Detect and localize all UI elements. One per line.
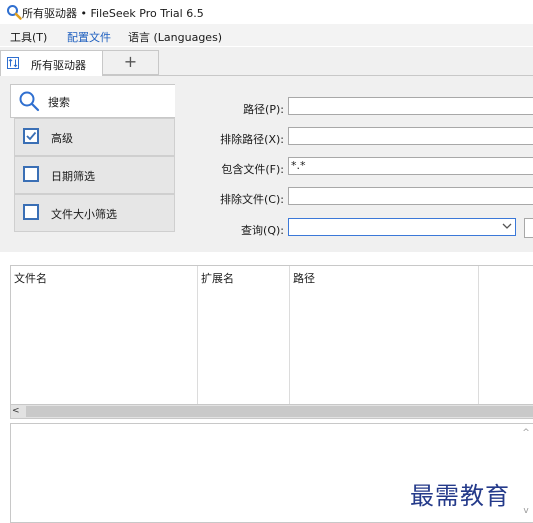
chevron-down-icon[interactable]: [501, 222, 513, 230]
column-filename[interactable]: 文件名: [14, 270, 47, 286]
menu-bar: 工具(T) 配置文件 语言 (Languages): [0, 24, 533, 46]
menu-profiles[interactable]: 配置文件: [67, 29, 111, 45]
search-button-label: 搜索: [48, 96, 70, 109]
include-files-input[interactable]: *.*: [288, 157, 533, 175]
query-combobox[interactable]: [288, 218, 516, 236]
scroll-left-arrow[interactable]: <: [12, 406, 24, 417]
search-app-icon: [7, 5, 22, 20]
date-filter-checkbox[interactable]: [23, 166, 39, 182]
scrollbar-thumb[interactable]: [26, 406, 533, 417]
column-divider[interactable]: [289, 266, 290, 404]
checkmark-icon: [26, 131, 37, 141]
path-label: 路径(P):: [243, 103, 284, 116]
option-size-filter[interactable]: 文件大小筛选: [14, 194, 175, 232]
exclude-path-label: 排除路径(X):: [220, 133, 284, 146]
drive-tab-icon: [7, 57, 19, 69]
tab-all-drives-label: 所有驱动器: [31, 59, 86, 72]
column-divider[interactable]: [478, 266, 479, 404]
size-filter-checkbox[interactable]: [23, 204, 39, 220]
search-icon: [19, 91, 40, 112]
watermark: 最需教育: [410, 482, 510, 510]
results-table[interactable]: [10, 265, 533, 405]
exclude-files-input[interactable]: [288, 187, 533, 205]
scroll-up-arrow[interactable]: ^: [520, 428, 532, 440]
add-tab-button[interactable]: +: [103, 50, 159, 75]
menu-language[interactable]: 语言 (Languages): [128, 29, 222, 45]
column-extension[interactable]: 扩展名: [201, 270, 234, 286]
tab-all-drives[interactable]: 所有驱动器: [0, 50, 103, 76]
search-button[interactable]: 搜索: [10, 84, 175, 118]
menu-tools[interactable]: 工具(T): [10, 29, 47, 45]
include-files-label: 包含文件(F):: [221, 163, 284, 176]
advanced-checkbox[interactable]: [23, 128, 39, 144]
window-title: 所有驱动器 • FileSeek Pro Trial 6.5: [22, 7, 204, 20]
option-advanced-label: 高级: [51, 132, 73, 145]
option-size-filter-label: 文件大小筛选: [51, 208, 117, 221]
exclude-files-label: 排除文件(C):: [220, 193, 284, 206]
query-label: 查询(Q):: [241, 224, 284, 237]
column-path[interactable]: 路径: [293, 270, 315, 286]
path-input[interactable]: [288, 97, 533, 115]
option-date-filter[interactable]: 日期筛选: [14, 156, 175, 194]
option-date-filter-label: 日期筛选: [51, 170, 95, 183]
option-advanced[interactable]: 高级: [14, 118, 175, 156]
exclude-path-input[interactable]: [288, 127, 533, 145]
query-options-button[interactable]: [524, 218, 533, 238]
column-divider[interactable]: [197, 266, 198, 404]
scroll-down-arrow[interactable]: v: [520, 506, 532, 518]
